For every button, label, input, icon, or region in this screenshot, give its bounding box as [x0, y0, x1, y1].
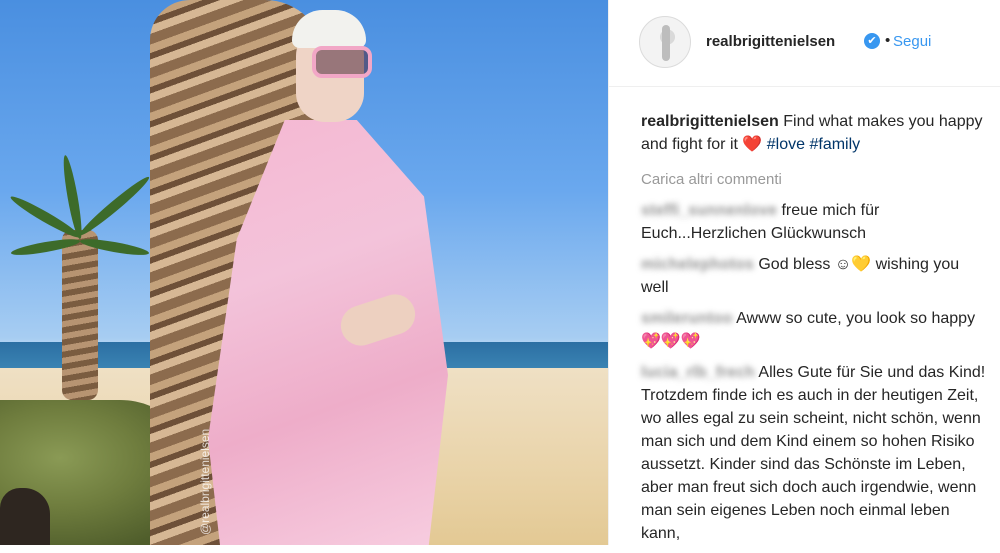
comment-text: God bless ☺: [758, 256, 852, 273]
sunglasses: [312, 46, 372, 78]
post-side-panel: realbrigittenielsen ✔ • Segui realbrigit…: [608, 0, 1000, 545]
header-username[interactable]: realbrigittenielsen: [706, 33, 835, 50]
comment: lucia_rlb_frech Alles Gute für Sie und d…: [641, 361, 986, 545]
comment-username[interactable]: steffi_sunnenlove: [641, 202, 777, 219]
comment-username[interactable]: michelephotos: [641, 256, 754, 273]
hashtag-family[interactable]: #family: [809, 136, 860, 153]
yellow-heart-icon: 💛: [851, 256, 872, 273]
comment-username[interactable]: lucia_rlb_frech: [641, 364, 755, 381]
separator-dot: •: [885, 32, 891, 49]
caption-username[interactable]: realbrigittenielsen: [641, 113, 779, 130]
load-more-comments-link[interactable]: Carica altri commenti: [641, 168, 986, 191]
post-caption: realbrigittenielsen Find what makes you …: [641, 110, 986, 156]
comment: michelephotos God bless ☺💛 wishing you w…: [641, 253, 986, 299]
post-photo[interactable]: @realbrigittenielsen: [0, 0, 608, 545]
hair: [292, 10, 366, 48]
comments-section: realbrigittenielsen Find what makes you …: [641, 110, 986, 553]
avatar-figure: [662, 25, 670, 61]
comment-text: Awww so cute, you look so happy: [736, 310, 976, 327]
comment: steffi_sunnenlove freue mich für Euch...…: [641, 199, 986, 245]
comment-text: Alles Gute für Sie und das Kind! Trotzde…: [641, 364, 986, 542]
avatar[interactable]: [639, 16, 691, 68]
palm-frond: [76, 173, 153, 239]
photo-watermark: @realbrigittenielsen: [198, 428, 212, 535]
verified-badge-icon: ✔: [864, 33, 880, 49]
red-heart-icon: ❤️: [742, 136, 763, 153]
instagram-post-view: @realbrigittenielsen realbrigittenielsen…: [0, 0, 1000, 545]
background-palm-trunk: [62, 230, 98, 400]
post-header: realbrigittenielsen ✔ • Segui: [609, 0, 1000, 87]
follow-button[interactable]: Segui: [893, 33, 931, 50]
sparkling-heart-icon: 💖💖💖: [641, 333, 701, 350]
hashtag-love[interactable]: #love: [767, 136, 805, 153]
dog: [0, 488, 50, 545]
comment: smileruntoo Awww so cute, you look so ha…: [641, 307, 986, 353]
comment-username[interactable]: smileruntoo: [641, 310, 733, 327]
